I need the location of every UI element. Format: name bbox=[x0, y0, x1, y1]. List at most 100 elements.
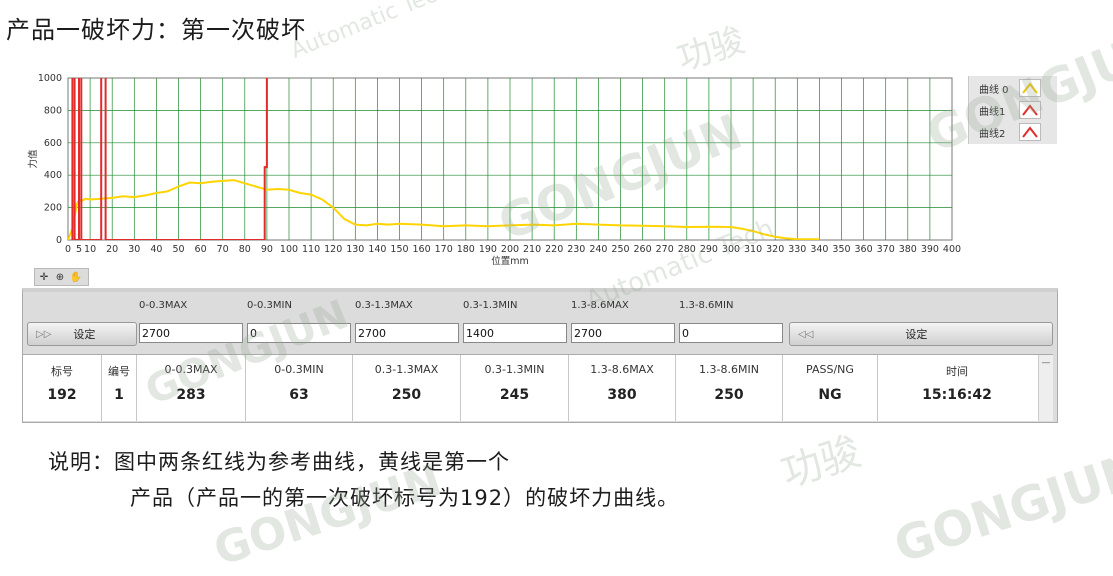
x-tick-label: 330 bbox=[788, 244, 806, 255]
setting-header: 0.3-1.3MAX bbox=[355, 300, 413, 311]
col-header: PASS/NG bbox=[806, 363, 854, 376]
x-tick-label: 70 bbox=[217, 244, 229, 255]
setting-input-1.3-8.6min[interactable]: 0 bbox=[679, 323, 783, 343]
rewind-icon: ◁◁ bbox=[798, 328, 814, 340]
results-table: 标号 192 编号 1 0-0.3MAX 283 0-0.3MIN 63 0.3… bbox=[23, 354, 1053, 421]
x-axis-label: 位置mm bbox=[491, 255, 529, 267]
x-tick-label: 190 bbox=[479, 244, 497, 255]
right-set-button[interactable]: ◁◁ 设定 bbox=[789, 322, 1053, 346]
x-tick-label: 260 bbox=[634, 244, 652, 255]
set-button-label: 设定 bbox=[905, 328, 928, 341]
page-title: 产品一破坏力：第一次破坏 bbox=[6, 16, 306, 44]
x-tick-label: 400 bbox=[943, 244, 961, 255]
x-tick-label: 30 bbox=[128, 244, 140, 255]
x-tick-label: 380 bbox=[899, 244, 917, 255]
setting-header: 0.3-1.3MIN bbox=[463, 300, 518, 311]
col-header: 标号 bbox=[51, 365, 73, 378]
note-line-1: 说明：图中两条红线为参考曲线，黄线是第一个 bbox=[48, 450, 510, 474]
setting-input-0.3-1.3min[interactable]: 1400 bbox=[463, 323, 567, 343]
col-value: 283 bbox=[176, 387, 206, 403]
x-tick-label: 20 bbox=[106, 244, 118, 255]
legend-item-curve1[interactable]: 曲线1 bbox=[979, 100, 1005, 120]
x-tick-label: 180 bbox=[457, 244, 475, 255]
col-header: 0.3-1.3MAX bbox=[374, 363, 439, 376]
watermark-cn: 功骏 bbox=[776, 428, 867, 498]
x-tick-label: 290 bbox=[700, 244, 718, 255]
result-col: 0.3-1.3MAX 250 bbox=[353, 355, 461, 421]
x-tick-label: 10 bbox=[84, 244, 96, 255]
x-tick-label: 390 bbox=[921, 244, 939, 255]
legend-swatch-red[interactable] bbox=[1019, 123, 1041, 141]
results-scrollbar[interactable]: — bbox=[1038, 355, 1053, 421]
col-value: 250 bbox=[714, 387, 744, 403]
setting-input-1.3-8.6max[interactable]: 2700 bbox=[571, 323, 675, 343]
legend-label: 曲线 0 bbox=[979, 84, 1009, 96]
play-icon: ▷▷ bbox=[36, 328, 52, 340]
legend-swatch-yellow[interactable] bbox=[1019, 79, 1041, 97]
result-col-serial: 编号 1 bbox=[102, 355, 137, 421]
col-header: 0-0.3MAX bbox=[164, 363, 218, 376]
scroll-up-icon[interactable]: — bbox=[1039, 358, 1053, 368]
result-col-pass-ng: PASS/NG NG bbox=[783, 355, 878, 421]
setting-header: 0-0.3MAX bbox=[139, 300, 188, 311]
col-value: 1 bbox=[114, 387, 124, 403]
legend-swatch-red[interactable] bbox=[1019, 101, 1041, 119]
col-value: 15:16:42 bbox=[922, 387, 992, 403]
note-line-2: 产品（产品一的第一次破坏标号为192）的破坏力曲线。 bbox=[130, 486, 680, 510]
force-position-chart: 0 5 10 20 30 40 50 60 70 80 90 100 110 120 130 140 150 16… bbox=[27, 73, 961, 267]
legend-item-curve0[interactable]: 曲线 0 bbox=[979, 78, 1009, 98]
x-tick-label: 200 bbox=[501, 244, 519, 255]
x-tick-label: 140 bbox=[368, 244, 386, 255]
y-tick-label: 400 bbox=[44, 170, 62, 181]
col-header: 0-0.3MIN bbox=[274, 363, 324, 376]
y-tick-label: 0 bbox=[56, 235, 62, 246]
result-col: 1.3-8.6MIN 250 bbox=[676, 355, 783, 421]
setting-input-0-0.3max[interactable]: 2700 bbox=[139, 323, 243, 343]
x-tick-label: 110 bbox=[302, 244, 320, 255]
result-col-label-no: 标号 192 bbox=[23, 355, 102, 421]
col-value: 245 bbox=[499, 387, 530, 403]
x-tick-label: 240 bbox=[589, 244, 607, 255]
x-tick-label: 350 bbox=[832, 244, 850, 255]
result-col: 0.3-1.3MIN 245 bbox=[461, 355, 569, 421]
control-panel: ▷▷ 设定 0-0.3MAX 0-0.3MIN 0.3-1.3MAX 0.3-1… bbox=[22, 288, 1058, 423]
x-tick-label: 90 bbox=[261, 244, 273, 255]
y-tick-label: 800 bbox=[44, 105, 62, 116]
x-tick-label: 170 bbox=[435, 244, 453, 255]
setting-input-0-0.3min[interactable]: 0 bbox=[247, 323, 351, 343]
y-tick-label: 200 bbox=[44, 203, 62, 214]
graph-palette: ✛ ⊕ ✋ bbox=[34, 268, 89, 286]
x-tick-label: 220 bbox=[545, 244, 563, 255]
x-tick-label: 320 bbox=[766, 244, 784, 255]
x-tick-label: 230 bbox=[567, 244, 585, 255]
setting-header: 1.3-8.6MIN bbox=[679, 300, 734, 311]
x-tick-label: 160 bbox=[413, 244, 431, 255]
col-value: 63 bbox=[289, 387, 309, 403]
x-tick-label: 120 bbox=[324, 244, 342, 255]
plot-legend: 曲线 0 曲线1 曲线2 bbox=[968, 76, 1057, 144]
x-tick-label: 280 bbox=[678, 244, 696, 255]
x-tick-label: 5 bbox=[76, 244, 82, 255]
x-tick-label: 210 bbox=[523, 244, 541, 255]
zoom-icon[interactable]: ⊕ bbox=[54, 271, 66, 283]
x-tick-label: 340 bbox=[810, 244, 828, 255]
cursor-move-icon[interactable]: ✛ bbox=[38, 271, 50, 283]
y-tick-label: 600 bbox=[44, 138, 62, 149]
col-header: 1.3-8.6MIN bbox=[699, 363, 759, 376]
x-tick-label: 370 bbox=[877, 244, 895, 255]
legend-label: 曲线1 bbox=[979, 106, 1006, 118]
watermark-text: Automatic Tech bbox=[287, 0, 454, 64]
setting-input-0.3-1.3max[interactable]: 2700 bbox=[355, 323, 459, 343]
y-axis-label: 力值 bbox=[27, 149, 39, 169]
result-col: 0-0.3MAX 283 bbox=[137, 355, 246, 421]
x-tick-label: 150 bbox=[390, 244, 408, 255]
x-tick-label: 100 bbox=[280, 244, 298, 255]
x-tick-label: 310 bbox=[744, 244, 762, 255]
legend-label: 曲线2 bbox=[979, 128, 1006, 140]
x-tick-label: 270 bbox=[656, 244, 674, 255]
left-set-button[interactable]: ▷▷ 设定 bbox=[27, 322, 137, 346]
pan-hand-icon[interactable]: ✋ bbox=[70, 271, 82, 283]
col-header: 编号 bbox=[108, 365, 130, 378]
legend-item-curve2[interactable]: 曲线2 bbox=[979, 122, 1005, 142]
x-tick-label: 0 bbox=[65, 244, 71, 255]
